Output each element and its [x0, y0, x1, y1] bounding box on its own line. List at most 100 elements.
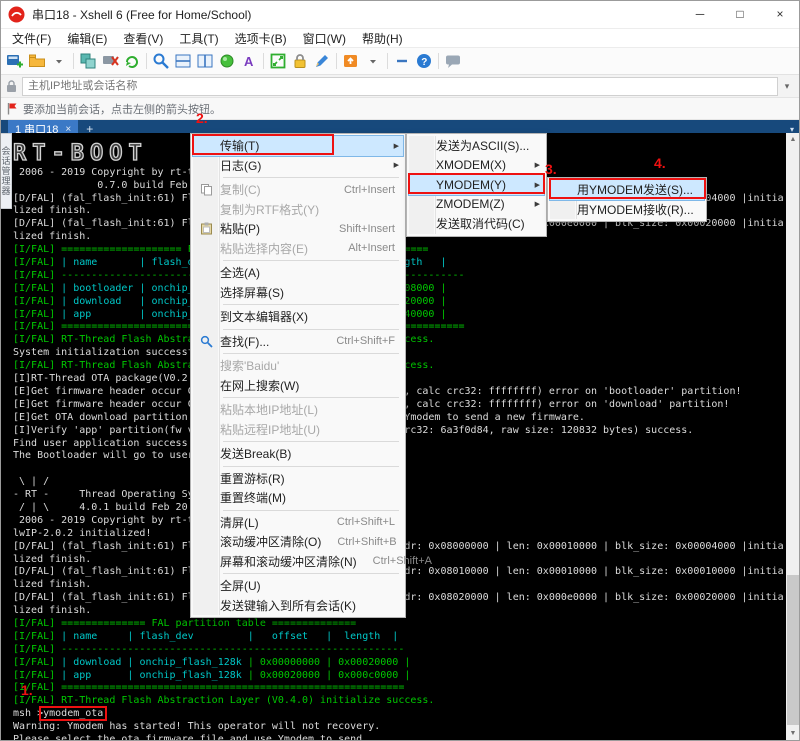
close-button[interactable]: × — [760, 0, 800, 28]
maximize-button[interactable]: □ — [720, 0, 760, 28]
lock-screen-icon[interactable] — [289, 50, 311, 72]
disconnect-icon[interactable] — [99, 50, 121, 72]
menu-item[interactable]: 发送为ASCII(S)... — [409, 136, 544, 156]
menu-item[interactable]: 用YMODEM发送(S)... — [550, 180, 704, 200]
menu-item[interactable]: 全屏(U) — [193, 576, 403, 596]
toolbar-separator — [146, 53, 147, 69]
address-bar: ▾ — [0, 75, 800, 98]
menu-item[interactable]: 粘贴(P)Shift+Insert — [193, 219, 403, 239]
menubar-item-1[interactable]: 编辑(E) — [59, 29, 115, 48]
menu-item[interactable]: 全选(A) — [193, 263, 403, 283]
terminal-scrollbar[interactable]: ▲ ▼ — [786, 133, 800, 741]
menu-bar: 文件(F)编辑(E)查看(V)工具(T)选项卡(B)窗口(W)帮助(H) — [0, 29, 800, 48]
menu-item-label: 发送取消代码(C) — [436, 215, 525, 232]
menu-item[interactable]: 屏幕和滚动缓冲区清除(N)Ctrl+Shift+A — [193, 552, 403, 572]
menu-item-label: YMODEM(Y) — [436, 178, 506, 192]
menu-item[interactable]: 日志(G)▶ — [193, 156, 403, 176]
chat-icon[interactable] — [442, 50, 464, 72]
menu-item[interactable]: 发送取消代码(C) — [409, 214, 544, 234]
menu-item[interactable]: 滚动缓冲区清除(O)Ctrl+Shift+B — [193, 532, 403, 552]
fullscreen-icon[interactable] — [267, 50, 289, 72]
menu-item[interactable]: 用YMODEM接收(R)... — [550, 200, 704, 220]
menu-item[interactable]: 发送Break(B) — [193, 444, 403, 464]
menu-item: 粘贴选择内容(E) Alt+Insert — [193, 239, 403, 259]
window-title: 串口18 - Xshell 6 (Free for Home/School) — [32, 6, 680, 23]
find-icon[interactable] — [150, 50, 172, 72]
menu-separator — [223, 466, 399, 467]
menubar-item-6[interactable]: 帮助(H) — [354, 29, 411, 48]
menu-item[interactable]: XMODEM(X) ▶ — [409, 156, 544, 176]
menu-item-label: ZMODEM(Z) — [436, 197, 505, 211]
menu-item[interactable]: 到文本编辑器(X) — [193, 307, 403, 327]
menu-item-label: 复制为RTF格式(Y) — [220, 201, 319, 218]
scroll-up-icon[interactable]: ▲ — [786, 133, 800, 147]
transfer-submenu: 发送为ASCII(S)... XMODEM(X) ▶ YMODEM(Y) ▶ ZMODEM… — [406, 133, 547, 237]
split-horizontal-icon[interactable] — [172, 50, 194, 72]
compose-icon[interactable] — [311, 50, 333, 72]
context-menu: 传输(T)▶日志(G)▶复制(C)Ctrl+Insert复制为RTF格式(Y)粘… — [190, 133, 406, 618]
menu-item[interactable]: 传输(T)▶ — [193, 136, 403, 156]
menu-item[interactable]: ZMODEM(Z)▶ — [409, 195, 544, 215]
paste-icon — [193, 222, 220, 235]
terminal-line: [I/FAL] | download | onchip_flash_128k |… — [13, 657, 786, 670]
toolbar-separator — [263, 53, 264, 69]
terminal-line: [I/FAL] | name | flash_dev | offset | le… — [13, 631, 786, 644]
menu-item[interactable]: 重置游标(R) — [193, 469, 403, 489]
menubar-item-4[interactable]: 选项卡(B) — [227, 29, 295, 48]
menu-item-label: 发送键输入到所有会话(K) — [220, 597, 356, 614]
menu-item[interactable]: 发送键输入到所有会话(K) — [193, 596, 403, 616]
terminal-line: [I/FAL] ============== FAL partition tab… — [13, 618, 786, 631]
menu-item-label: 粘贴选择内容(E) — [220, 240, 308, 257]
submenu-arrow-icon: ▶ — [535, 161, 540, 169]
toolbar-separator — [438, 53, 439, 69]
menu-separator — [223, 329, 399, 330]
menu-item[interactable]: 清屏(L)Ctrl+Shift+L — [193, 513, 403, 533]
menu-item-label: 粘贴(P) — [220, 220, 260, 237]
dropdown-caret-icon[interactable] — [48, 50, 70, 72]
menu-item[interactable]: 查找(F)...Ctrl+Shift+F — [193, 332, 403, 352]
connect-status-icon[interactable] — [216, 50, 238, 72]
toolbar: A? — [0, 48, 800, 75]
title-bar: 串口18 - Xshell 6 (Free for Home/School) ─… — [0, 0, 800, 29]
lock-icon — [6, 80, 17, 93]
minimize-button[interactable]: ─ — [680, 0, 720, 28]
menu-item-label: 滚动缓冲区清除(O) — [220, 533, 321, 550]
menubar-item-3[interactable]: 工具(T) — [171, 29, 226, 48]
terminal-line: Please select the ota firmware file and … — [13, 734, 786, 741]
duplicate-session-icon[interactable] — [77, 50, 99, 72]
menu-item-label: 全屏(U) — [220, 577, 261, 594]
menu-separator — [223, 573, 399, 574]
address-dropdown-icon[interactable]: ▾ — [780, 81, 794, 92]
left-pane-tab[interactable]: 会话管理器 — [0, 133, 12, 209]
menu-item-shortcut: Alt+Insert — [332, 242, 395, 254]
menu-item[interactable]: 重置终端(M) — [193, 488, 403, 508]
info-message: 要添加当前会话，点击左侧的箭头按钮。 — [23, 101, 221, 117]
scroll-down-icon[interactable]: ▼ — [786, 727, 800, 741]
menu-item-label: 到文本编辑器(X) — [220, 308, 308, 325]
menu-separator — [223, 304, 399, 305]
menu-item[interactable]: YMODEM(Y) ▶ — [409, 175, 544, 195]
menu-item[interactable]: 选择屏幕(S) — [193, 283, 403, 303]
menu-item-label: 清屏(L) — [220, 514, 259, 531]
font-size-icon[interactable]: A — [238, 50, 260, 72]
hide-toolbar-icon[interactable] — [391, 50, 413, 72]
dropdown-caret2-icon[interactable] — [362, 50, 384, 72]
send-file-icon[interactable] — [340, 50, 362, 72]
menu-item-shortcut: Ctrl+Shift+F — [320, 335, 395, 347]
address-input[interactable] — [22, 77, 778, 96]
menubar-item-0[interactable]: 文件(F) — [4, 29, 59, 48]
terminal-line: Warning: Ymodem has started! This operat… — [13, 721, 786, 734]
menubar-item-5[interactable]: 窗口(W) — [295, 29, 354, 48]
help-icon[interactable]: ? — [413, 50, 435, 72]
reconnect-icon[interactable] — [121, 50, 143, 72]
menu-item-label: XMODEM(X) — [436, 158, 506, 172]
open-folder-icon[interactable] — [26, 50, 48, 72]
scrollbar-thumb[interactable] — [787, 575, 799, 725]
split-vertical-icon[interactable] — [194, 50, 216, 72]
new-session-icon[interactable] — [4, 50, 26, 72]
toolbar-separator — [387, 53, 388, 69]
menu-item-label: 搜索'Baidu' — [220, 357, 279, 374]
submenu-arrow-icon: ▶ — [535, 181, 540, 189]
menubar-item-2[interactable]: 查看(V) — [115, 29, 171, 48]
menu-item[interactable]: 在网上搜索(W) — [193, 376, 403, 396]
